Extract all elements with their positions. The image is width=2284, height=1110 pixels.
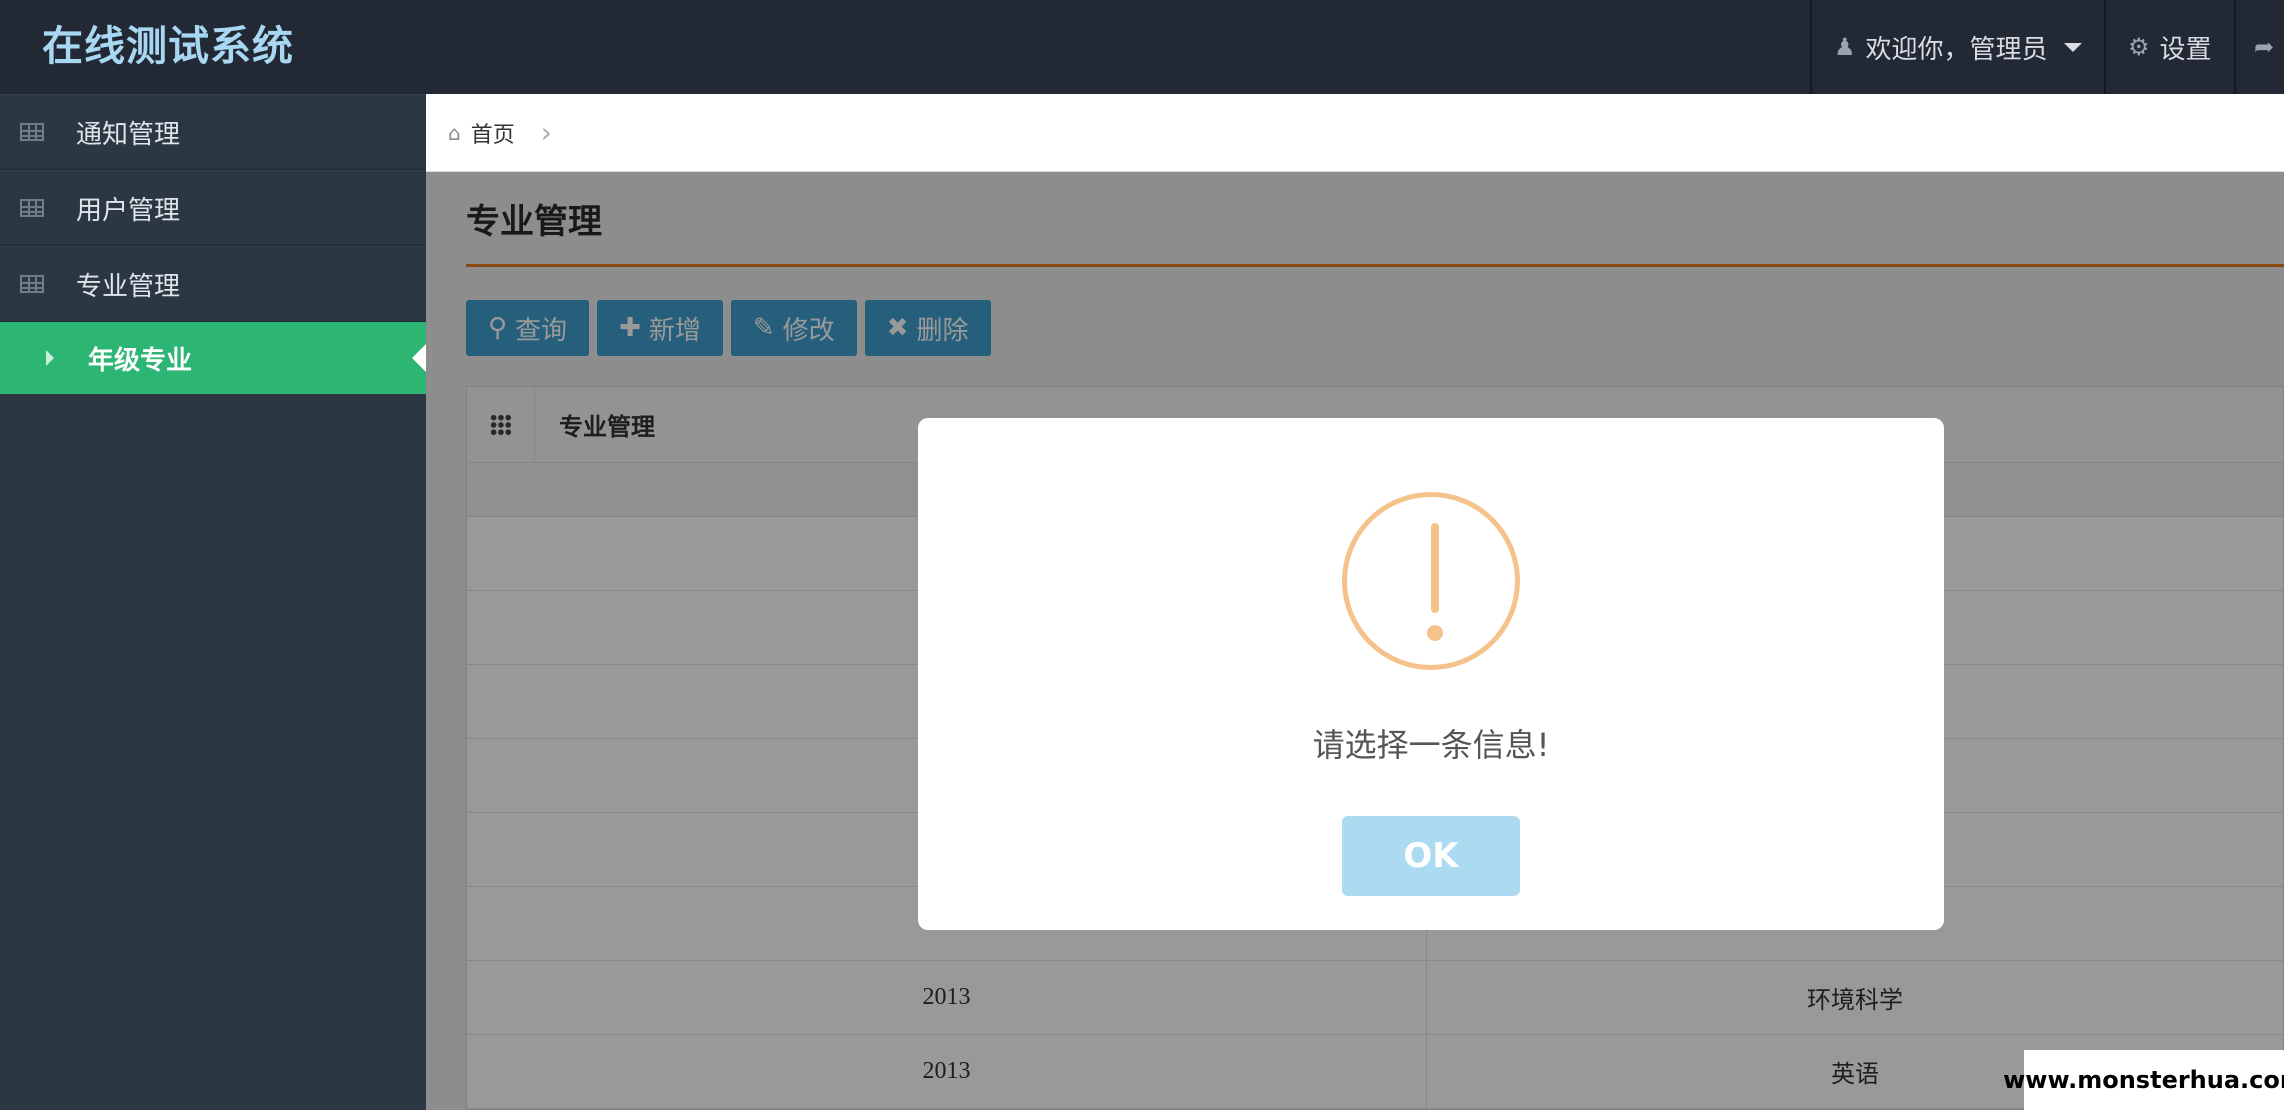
ok-button[interactable]: OK	[1342, 816, 1520, 896]
sidebar-item-label: 通知管理	[76, 119, 181, 150]
user-menu-label: 欢迎你，管理员	[1865, 34, 2048, 65]
table-icon	[20, 123, 44, 141]
sidebar-subitem-grade-major[interactable]: 年级专业	[0, 322, 426, 394]
active-indicator	[412, 344, 426, 372]
table-icon	[20, 199, 44, 217]
sidebar-item-label: 用户管理	[76, 195, 181, 226]
sidebar-item-majors[interactable]: 专业管理	[0, 246, 426, 322]
gear-icon: ⚙	[2128, 33, 2150, 61]
settings-button[interactable]: ⚙ 设置	[2104, 0, 2234, 94]
navbar-right: ♟ 欢迎你，管理员 ⚙ 设置 ➦	[1810, 0, 2284, 94]
sidebar-item-label: 专业管理	[76, 271, 181, 302]
sidebar-subitem-label: 年级专业	[88, 345, 193, 376]
caret-down-icon	[2063, 42, 2082, 52]
warning-icon	[1342, 492, 1520, 670]
top-navbar: 在线测试系统 ♟ 欢迎你，管理员 ⚙ 设置 ➦	[0, 0, 2284, 94]
sidebar: 通知管理 用户管理 专业管理 年级专业	[0, 94, 426, 1110]
app-brand[interactable]: 在线测试系统	[42, 12, 294, 72]
chevron-right-icon: ›	[540, 116, 552, 149]
alert-dialog: 请选择一条信息! OK	[918, 418, 1944, 930]
user-icon: ♟	[1834, 33, 1856, 61]
sidebar-item-notice[interactable]: 通知管理	[0, 94, 426, 170]
home-icon: ⌂	[448, 120, 461, 145]
share-arrow-icon: ➦	[2254, 33, 2275, 61]
caret-right-icon	[46, 350, 54, 366]
sidebar-item-users[interactable]: 用户管理	[0, 170, 426, 246]
breadcrumb-home[interactable]: 首页	[471, 117, 515, 149]
dialog-message: 请选择一条信息!	[1312, 726, 1550, 764]
table-icon	[20, 275, 44, 293]
settings-label: 设置	[2159, 34, 2212, 65]
user-menu[interactable]: ♟ 欢迎你，管理员	[1810, 0, 2104, 94]
watermark: www.monsterhua.com	[2003, 1050, 2284, 1110]
logout-button[interactable]: ➦	[2234, 0, 2284, 94]
breadcrumb: ⌂ 首页 ›	[426, 94, 2284, 172]
